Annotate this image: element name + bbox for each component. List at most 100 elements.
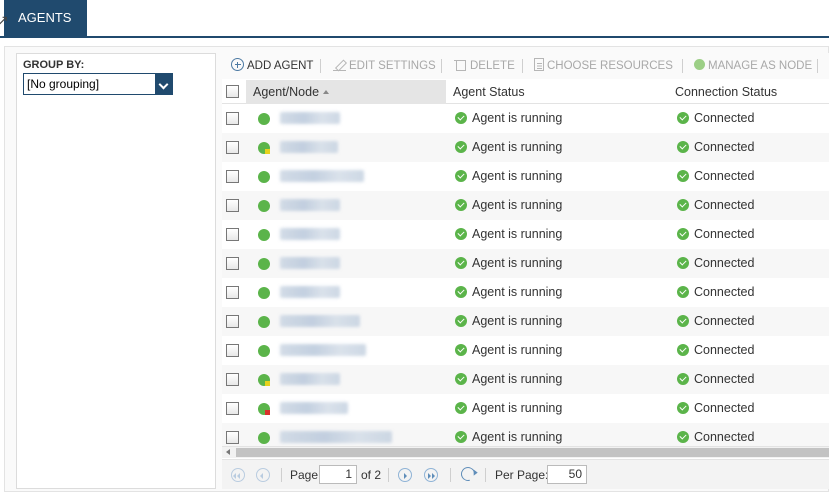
delete-button[interactable]: DELETE <box>454 58 515 74</box>
toolbar-divider <box>817 59 818 73</box>
check-circle-icon <box>677 199 689 211</box>
tab-agents[interactable]: AGENTS <box>4 0 87 38</box>
node-name-link[interactable] <box>280 257 340 269</box>
agent-status-cell: Agent is running <box>455 133 562 162</box>
agent-status-text: Agent is running <box>472 256 563 270</box>
table-row[interactable]: Agent is running Connected <box>222 336 829 365</box>
check-circle-icon <box>677 402 689 414</box>
agent-status-text: Agent is running <box>472 430 563 444</box>
row-checkbox[interactable] <box>226 112 239 125</box>
grid-header: Agent/Node Agent Status Connection Statu… <box>222 80 829 104</box>
first-page-button[interactable] <box>231 468 245 482</box>
group-by-label: GROUP BY: <box>23 59 85 71</box>
group-by-select[interactable]: [No grouping] <box>23 73 173 95</box>
edit-settings-button[interactable]: EDIT SETTINGS <box>333 58 436 74</box>
node-name-link[interactable] <box>280 402 348 414</box>
connection-status-text: Connected <box>694 140 755 154</box>
table-row[interactable]: Agent is running Connected <box>222 191 829 220</box>
warning-badge-icon <box>265 149 270 154</box>
add-agent-button[interactable]: ADD AGENT <box>231 58 313 74</box>
agent-status-cell: Agent is running <box>455 336 562 365</box>
check-circle-icon <box>455 402 467 414</box>
table-row[interactable]: Agent is running Connected <box>222 394 829 423</box>
connection-status-cell: Connected <box>677 191 754 220</box>
pager-divider <box>485 468 486 482</box>
choose-resources-button[interactable]: CHOOSE RESOURCES <box>534 58 673 74</box>
agents-table-body: Agent is running Connected Agent is runnin… <box>222 104 829 446</box>
page-count-label: of 2 <box>361 468 382 482</box>
check-circle-icon <box>677 286 689 298</box>
node-name-link[interactable] <box>280 344 366 356</box>
table-row[interactable]: Agent is running Connected <box>222 365 829 394</box>
check-circle-icon <box>677 373 689 385</box>
node-status-icon <box>258 113 270 125</box>
check-circle-icon <box>677 228 689 240</box>
agent-status-text: Agent is running <box>472 372 563 386</box>
table-row[interactable]: Agent is running Connected <box>222 249 829 278</box>
agent-status-cell: Agent is running <box>455 307 562 336</box>
node-name-link[interactable] <box>280 170 364 182</box>
table-row[interactable]: Agent is running Connected <box>222 423 829 446</box>
delete-label: DELETE <box>470 60 515 72</box>
node-name-link[interactable] <box>280 112 340 124</box>
scrollbar-thumb[interactable] <box>236 448 829 457</box>
connection-status-cell: Connected <box>677 307 754 336</box>
group-by-value: [No grouping] <box>27 77 100 91</box>
row-checkbox[interactable] <box>226 141 239 154</box>
row-checkbox[interactable] <box>226 170 239 183</box>
table-row[interactable]: Agent is running Connected <box>222 220 829 249</box>
node-name-link[interactable] <box>280 373 340 385</box>
check-circle-icon <box>677 315 689 327</box>
node-name-link[interactable] <box>280 431 392 443</box>
agent-status-cell: Agent is running <box>455 278 562 307</box>
connection-status-cell: Connected <box>677 423 754 446</box>
check-circle-icon <box>677 112 689 124</box>
row-checkbox[interactable] <box>226 228 239 241</box>
check-circle-icon <box>455 286 467 298</box>
row-checkbox[interactable] <box>226 315 239 328</box>
check-circle-icon <box>677 257 689 269</box>
last-page-button[interactable] <box>424 468 438 482</box>
scroll-left-icon[interactable] <box>226 449 230 455</box>
per-page-input[interactable]: 50 <box>547 465 587 484</box>
node-name-link[interactable] <box>280 315 360 327</box>
table-row[interactable]: Agent is running Connected <box>222 104 829 133</box>
column-header-agent-status[interactable]: Agent Status <box>446 80 668 104</box>
table-row[interactable]: Agent is running Connected <box>222 162 829 191</box>
row-checkbox[interactable] <box>226 199 239 212</box>
row-checkbox[interactable] <box>226 286 239 299</box>
table-row[interactable]: Agent is running Connected <box>222 278 829 307</box>
table-row[interactable]: Agent is running Connected <box>222 307 829 336</box>
sort-ascending-icon <box>323 90 330 94</box>
table-row[interactable]: Agent is running Connected <box>222 133 829 162</box>
node-name-link[interactable] <box>280 141 338 153</box>
toolbar-divider <box>441 59 442 73</box>
page-number-input[interactable]: 1 <box>319 465 357 484</box>
row-checkbox[interactable] <box>226 344 239 357</box>
node-name-link[interactable] <box>280 199 340 211</box>
connection-status-text: Connected <box>694 169 755 183</box>
previous-page-button[interactable] <box>256 468 270 482</box>
node-name-link[interactable] <box>280 228 340 240</box>
connection-status-text: Connected <box>694 343 755 357</box>
column-header-agent-node[interactable]: Agent/Node <box>246 80 446 104</box>
row-checkbox[interactable] <box>226 402 239 415</box>
row-checkbox[interactable] <box>226 373 239 386</box>
agents-grid-panel: ADD AGENT EDIT SETTINGS DELETE CHOOSE RE… <box>222 53 829 489</box>
node-name-link[interactable] <box>280 286 340 298</box>
mouse-cursor-icon: ↗ <box>0 12 9 28</box>
next-page-button[interactable] <box>398 468 412 482</box>
horizontal-scrollbar[interactable] <box>222 446 829 458</box>
node-icon <box>694 59 705 70</box>
node-status-icon <box>258 200 270 212</box>
column-header-connection-status[interactable]: Connection Status <box>668 80 829 104</box>
tab-bar: AGENTS <box>0 0 829 38</box>
row-checkbox[interactable] <box>226 431 239 444</box>
refresh-icon[interactable] <box>458 464 478 484</box>
agent-status-text: Agent is running <box>472 314 563 328</box>
row-checkbox[interactable] <box>226 257 239 270</box>
manage-as-node-button[interactable]: MANAGE AS NODE <box>694 58 812 74</box>
select-all-checkbox[interactable] <box>226 85 239 98</box>
agent-status-text: Agent is running <box>472 140 563 154</box>
chevron-down-icon[interactable] <box>155 73 173 95</box>
